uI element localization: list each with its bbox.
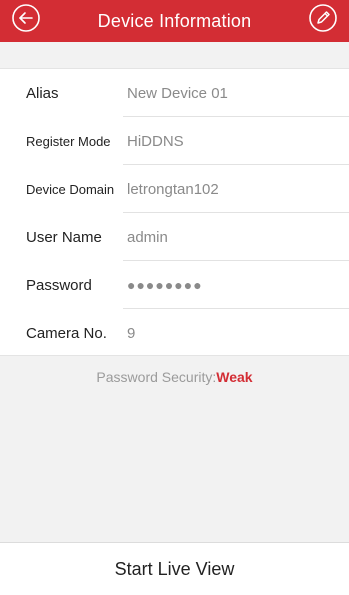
password-security-indicator: Password Security:Weak [0,369,349,389]
field-row-user-name[interactable]: User Name admin [0,213,349,261]
field-row-device-domain[interactable]: Device Domain letrongtan102 [0,165,349,213]
field-value-device-domain[interactable]: letrongtan102 [127,165,219,213]
top-spacer [0,42,349,68]
start-live-view-button[interactable]: Start Live View [0,542,349,595]
field-value-alias[interactable]: New Device 01 [127,69,228,117]
pencil-icon [308,3,338,38]
page-title: Device Information [97,10,252,31]
password-security-level: Weak [216,369,253,385]
device-info-form: Alias New Device 01 Register Mode HiDDNS… [0,68,349,356]
edit-button[interactable] [308,3,338,38]
field-label-device-domain: Device Domain [26,181,115,197]
back-button[interactable] [11,3,41,38]
back-arrow-icon [11,3,41,38]
field-value-camera-no[interactable]: 9 [127,309,135,357]
password-security-label: Password Security: [96,369,217,385]
field-row-register-mode[interactable]: Register Mode HiDDNS [0,117,349,165]
header-bar: Device Information [0,0,349,42]
field-row-alias[interactable]: Alias New Device 01 [0,69,349,117]
field-label-alias: Alias [26,84,59,102]
field-label-camera-no: Camera No. [26,324,107,342]
field-label-register-mode: Register Mode [26,133,111,149]
field-value-user-name[interactable]: admin [127,213,168,261]
field-row-password[interactable]: Password ●●●●●●●● [0,261,349,309]
field-value-register-mode[interactable]: HiDDNS [127,117,184,165]
start-live-view-label: Start Live View [114,558,235,579]
field-row-camera-no[interactable]: Camera No. 9 [0,309,349,357]
field-value-password[interactable]: ●●●●●●●● [127,261,203,309]
field-label-password: Password [26,276,92,294]
field-label-user-name: User Name [26,228,102,246]
